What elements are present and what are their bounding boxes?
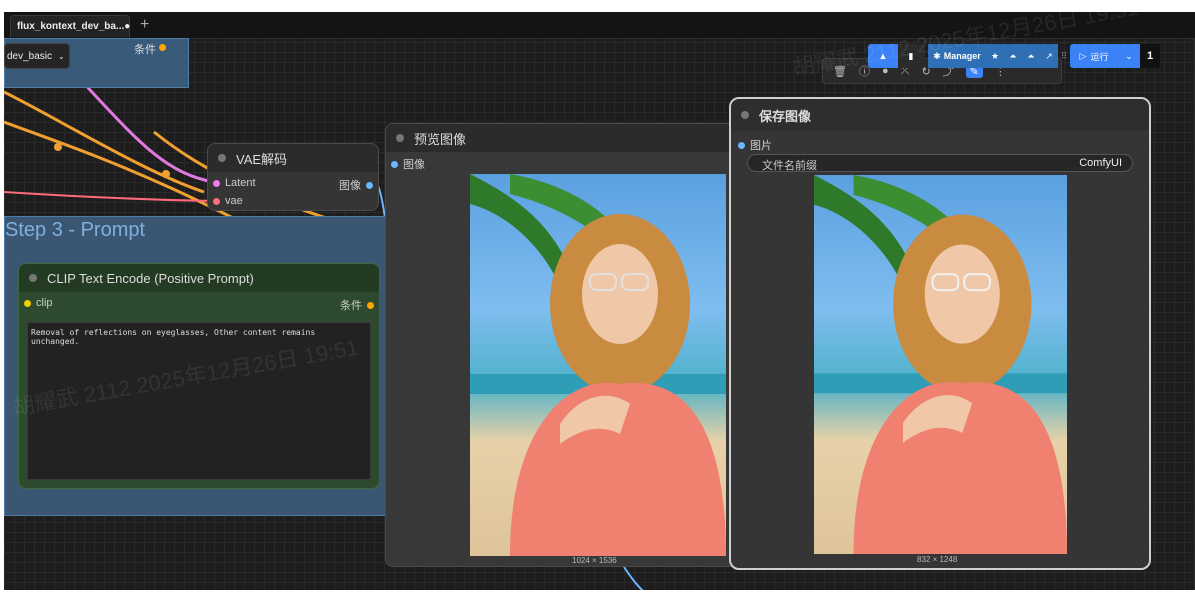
queue-count[interactable]: 1 xyxy=(1140,44,1160,68)
preview-image[interactable] xyxy=(470,174,726,556)
field-label: 文件名前缀 xyxy=(762,160,817,172)
node-title: VAE解码 xyxy=(236,151,288,167)
portrait-image-icon xyxy=(814,175,1067,554)
node-title: 预览图像 xyxy=(414,131,467,147)
collapse-dot-icon[interactable] xyxy=(396,134,404,142)
node-title: CLIP Text Encode (Positive Prompt) xyxy=(47,270,254,286)
node-title-bar[interactable]: VAE解码 xyxy=(208,144,378,172)
bookmark-icon[interactable]: ▮ xyxy=(898,44,924,68)
slot-dot xyxy=(213,197,220,205)
vae-decode-node[interactable]: VAE解码 Latent vae 图像 xyxy=(207,143,379,211)
add-tab-icon[interactable]: + xyxy=(140,16,149,34)
field-value: ComfyUI xyxy=(1079,157,1122,169)
group-title: Step 3 - Prompt xyxy=(5,219,146,241)
slot-dot xyxy=(391,160,398,168)
slot-label: 条件 xyxy=(340,300,362,312)
slot-label: 图像 xyxy=(403,159,425,171)
slot-label: Latent xyxy=(225,177,256,189)
manager-label: Manager xyxy=(943,51,981,61)
play-icon: ▷ xyxy=(1079,50,1087,61)
slot-dot xyxy=(24,299,31,307)
collapse-dot-icon[interactable] xyxy=(741,111,749,119)
slot-dot xyxy=(738,141,745,149)
node-title-bar[interactable]: CLIP Text Encode (Positive Prompt) xyxy=(19,264,379,292)
saved-image[interactable] xyxy=(814,175,1067,554)
collapse-dot-icon[interactable] xyxy=(218,154,226,162)
comfy-logo-icon[interactable]: ▲ xyxy=(868,44,898,68)
slot-label: 图片 xyxy=(750,140,772,152)
model-dropdown[interactable]: dev_basic ⌄ xyxy=(4,43,70,69)
top-output-label: 条件 xyxy=(134,44,156,56)
slot-label: vae xyxy=(225,195,243,207)
image-size-label: 1024 × 1536 xyxy=(572,556,617,565)
unsaved-dot-icon: ● xyxy=(124,21,131,32)
clip-text-encode-node[interactable]: CLIP Text Encode (Positive Prompt) clip … xyxy=(18,263,380,489)
image-size-label: 832 × 1248 xyxy=(917,555,958,564)
run-button[interactable]: ▷ 运行 xyxy=(1070,44,1118,68)
input-vae[interactable]: vae xyxy=(208,195,243,207)
collapse-dot-icon[interactable] xyxy=(29,274,37,282)
slot-dot xyxy=(213,179,220,187)
drag-handle-icon[interactable]: ⠿ xyxy=(1058,44,1070,68)
top-output-dot[interactable] xyxy=(159,44,166,51)
output-image[interactable]: 图像 xyxy=(339,177,378,193)
star-icon[interactable]: ★ xyxy=(986,44,1004,68)
slot-dot xyxy=(366,181,373,189)
tab-workflow[interactable]: flux_kontext_dev_ba... ● xyxy=(10,15,130,37)
run-options-chevron-icon[interactable]: ⌄ xyxy=(1118,44,1140,68)
prompt-textarea[interactable]: Removal of reflections on eyeglasses, Ot… xyxy=(27,322,371,480)
filename-prefix-field[interactable]: 文件名前缀 ComfyUI xyxy=(747,154,1133,172)
model-icon[interactable]: ⏶ xyxy=(1004,44,1022,68)
preview-image-node[interactable]: 预览图像 图像 1024 × 1536 xyxy=(385,123,755,567)
input-clip[interactable]: clip xyxy=(19,297,53,309)
tab-label: flux_kontext_dev_ba... xyxy=(17,21,125,32)
save-image-node[interactable]: 保存图像 图片 文件名前缀 ComfyUI 832 × 1248 xyxy=(729,97,1151,570)
tab-bar: flux_kontext_dev_ba... ● + xyxy=(4,12,1195,39)
node-title-bar[interactable]: 保存图像 xyxy=(731,99,1149,131)
portrait-image-icon xyxy=(470,174,726,556)
node-title: 保存图像 xyxy=(759,108,812,124)
manager-button[interactable]: ✱ Manager xyxy=(928,44,986,68)
output-conditioning[interactable]: 条件 xyxy=(340,297,379,313)
input-image[interactable]: 图片 xyxy=(733,137,772,153)
top-toolbar: ▲ ▮ ✱ Manager ★ ⏶ ⏶ ↗ ⠿ ▷ 运行 ⌄ 1 xyxy=(868,44,1175,68)
slot-label: clip xyxy=(36,297,53,309)
slot-dot xyxy=(367,301,374,309)
input-latent[interactable]: Latent xyxy=(208,177,256,189)
input-image[interactable]: 图像 xyxy=(386,156,425,172)
slot-label: 图像 xyxy=(339,180,361,192)
wire-image-2 xyxy=(623,566,644,590)
run-label: 运行 xyxy=(1090,51,1109,62)
puzzle-icon: ✱ xyxy=(933,50,941,61)
chevron-down-icon: ⌄ xyxy=(58,51,65,61)
trash-icon[interactable]: 🗑 xyxy=(833,65,847,78)
share-icon[interactable]: ↗ xyxy=(1040,44,1058,68)
node-icon[interactable]: ⏶ xyxy=(1022,44,1040,68)
dropdown-value: dev_basic xyxy=(7,50,53,62)
node-title-bar[interactable]: 预览图像 xyxy=(386,124,754,152)
